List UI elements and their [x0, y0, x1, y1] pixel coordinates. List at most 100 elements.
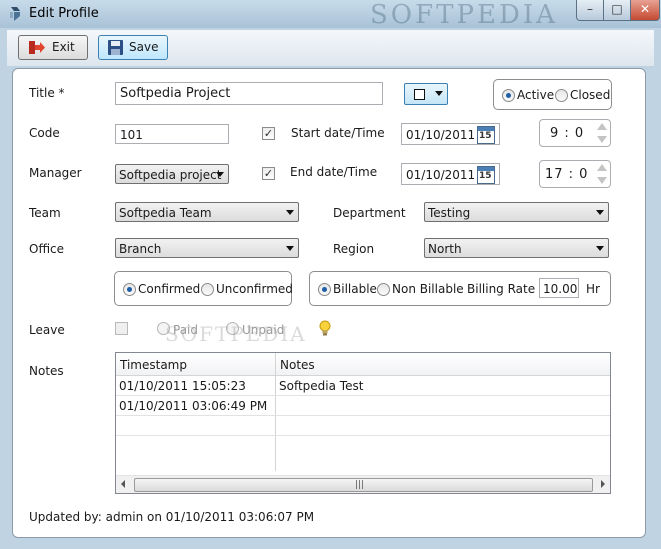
- billing-rate-input[interactable]: 10.00: [539, 278, 579, 298]
- chevron-down-icon: [596, 246, 604, 251]
- horizontal-scrollbar[interactable]: |||: [116, 475, 610, 493]
- chevron-down-icon: [286, 210, 294, 215]
- table-row[interactable]: 01/10/2011 15:05:23 Softpedia Test: [116, 376, 610, 396]
- spin-down-icon[interactable]: [597, 177, 607, 184]
- spin-up-icon[interactable]: [597, 164, 607, 171]
- title-label: Title *: [29, 86, 65, 100]
- color-swatch-icon: [414, 89, 425, 100]
- start-date-checkbox[interactable]: ✓: [262, 127, 275, 140]
- toolbar: Exit Save: [7, 30, 654, 66]
- maximize-button[interactable]: □: [603, 0, 631, 21]
- scroll-left-icon[interactable]: [121, 480, 125, 488]
- billing-group: Billable Non Billable Billing Rate 10.00…: [309, 271, 611, 306]
- exit-label: Exit: [52, 40, 75, 54]
- end-date-value: 01/10/2011: [406, 168, 476, 182]
- team-dropdown[interactable]: Softpedia Team: [115, 202, 299, 222]
- end-time-spinner[interactable]: 17 : 0: [539, 160, 611, 188]
- scroll-right-icon[interactable]: [601, 480, 605, 488]
- title-bar: Edit Profile SOFTPEDIA – □ ✕: [0, 0, 661, 30]
- cell-timestamp: 01/10/2011 03:06:49 PM: [119, 399, 268, 413]
- calendar-icon[interactable]: 15: [477, 166, 495, 184]
- notes-grid[interactable]: Timestamp Notes 01/10/2011 15:05:23 Soft…: [115, 352, 611, 494]
- start-time-spinner[interactable]: 9 : 0: [539, 119, 611, 147]
- grid-watermark: SOFTPEDIA: [165, 322, 307, 346]
- start-date-value: 01/10/2011: [406, 128, 476, 142]
- grid-header: Timestamp Notes: [116, 353, 610, 376]
- manager-dropdown[interactable]: Softpedia project: [115, 164, 229, 184]
- chevron-down-icon: [435, 91, 443, 96]
- unconfirmed-label: Unconfirmed: [216, 282, 293, 296]
- save-label: Save: [129, 40, 159, 54]
- save-button[interactable]: Save: [98, 35, 168, 60]
- team-value: Softpedia Team: [119, 206, 212, 220]
- updated-by-text: Updated by: admin on 01/10/2011 03:06:07…: [29, 510, 315, 524]
- code-input[interactable]: 101: [115, 124, 229, 144]
- non-billable-radio[interactable]: [377, 283, 390, 296]
- close-button[interactable]: ✕: [630, 0, 660, 21]
- cell-timestamp: 01/10/2011 15:05:23: [119, 379, 246, 393]
- active-label: Active: [517, 88, 555, 102]
- status-group: Active Closed: [493, 79, 612, 110]
- chevron-down-icon: [216, 172, 224, 177]
- scroll-thumb[interactable]: |||: [134, 478, 593, 492]
- billing-rate-unit: Hr: [586, 282, 600, 296]
- unconfirmed-radio[interactable]: [201, 283, 214, 296]
- closed-label: Closed: [570, 88, 611, 102]
- closed-radio[interactable]: [555, 89, 568, 102]
- chevron-down-icon: [286, 246, 294, 251]
- office-dropdown[interactable]: Branch: [115, 238, 299, 258]
- end-time-value: 17 : 0: [545, 167, 589, 182]
- billing-rate-label: Billing Rate: [467, 282, 536, 296]
- scroll-grip-icon: |||: [355, 480, 365, 490]
- non-billable-label: Non Billable: [392, 282, 464, 296]
- table-row[interactable]: [116, 416, 610, 436]
- title-input[interactable]: Softpedia Project: [115, 82, 383, 105]
- active-radio[interactable]: [502, 89, 515, 102]
- calendar-day: 15: [479, 171, 492, 181]
- start-time-value: 9 : 0: [550, 126, 585, 141]
- exit-button[interactable]: Exit: [18, 35, 88, 60]
- region-dropdown[interactable]: North: [424, 238, 609, 258]
- maximize-icon: □: [611, 2, 623, 16]
- chevron-down-icon: [596, 210, 604, 215]
- confirmation-group: Confirmed Unconfirmed: [114, 271, 293, 306]
- manager-label: Manager: [29, 166, 82, 180]
- end-date-picker[interactable]: 01/10/2011 15: [401, 163, 500, 185]
- leave-checkbox[interactable]: [115, 322, 128, 335]
- title-watermark: SOFTPEDIA: [370, 0, 558, 30]
- window-title: Edit Profile: [29, 6, 99, 21]
- calendar-day: 15: [479, 131, 492, 141]
- manager-value: Softpedia project: [119, 168, 222, 182]
- code-label: Code: [29, 126, 60, 140]
- end-date-label: End date/Time: [290, 165, 378, 179]
- minimize-button[interactable]: –: [576, 0, 604, 21]
- department-label: Department: [333, 206, 406, 220]
- spin-up-icon[interactable]: [597, 123, 607, 130]
- end-date-checkbox[interactable]: ✓: [262, 167, 275, 180]
- calendar-icon[interactable]: 15: [477, 126, 495, 144]
- start-date-picker[interactable]: 01/10/2011 15: [401, 123, 500, 145]
- office-label: Office: [29, 242, 65, 256]
- confirmed-label: Confirmed: [138, 282, 201, 296]
- team-label: Team: [29, 206, 61, 220]
- department-value: Testing: [428, 206, 471, 220]
- spin-down-icon[interactable]: [597, 136, 607, 143]
- billable-label: Billable: [333, 282, 377, 296]
- edit-profile-window: Edit Profile SOFTPEDIA – □ ✕ Exit Save T…: [0, 0, 661, 549]
- department-dropdown[interactable]: Testing: [424, 202, 609, 222]
- lightbulb-icon[interactable]: [319, 320, 331, 336]
- confirmed-radio[interactable]: [123, 283, 136, 296]
- column-header-notes[interactable]: Notes: [280, 358, 315, 372]
- exit-icon: [29, 41, 45, 54]
- region-value: North: [428, 242, 462, 256]
- cell-notes: Softpedia Test: [279, 379, 364, 393]
- office-value: Branch: [119, 242, 162, 256]
- column-header-timestamp[interactable]: Timestamp: [120, 358, 187, 372]
- app-logo-icon: [10, 7, 20, 21]
- table-row[interactable]: 01/10/2011 03:06:49 PM: [116, 396, 610, 416]
- color-picker-dropdown[interactable]: [404, 83, 448, 105]
- region-label: Region: [333, 242, 375, 256]
- billable-radio[interactable]: [318, 283, 331, 296]
- leave-label: Leave: [29, 323, 65, 337]
- start-date-label: Start date/Time: [291, 126, 385, 140]
